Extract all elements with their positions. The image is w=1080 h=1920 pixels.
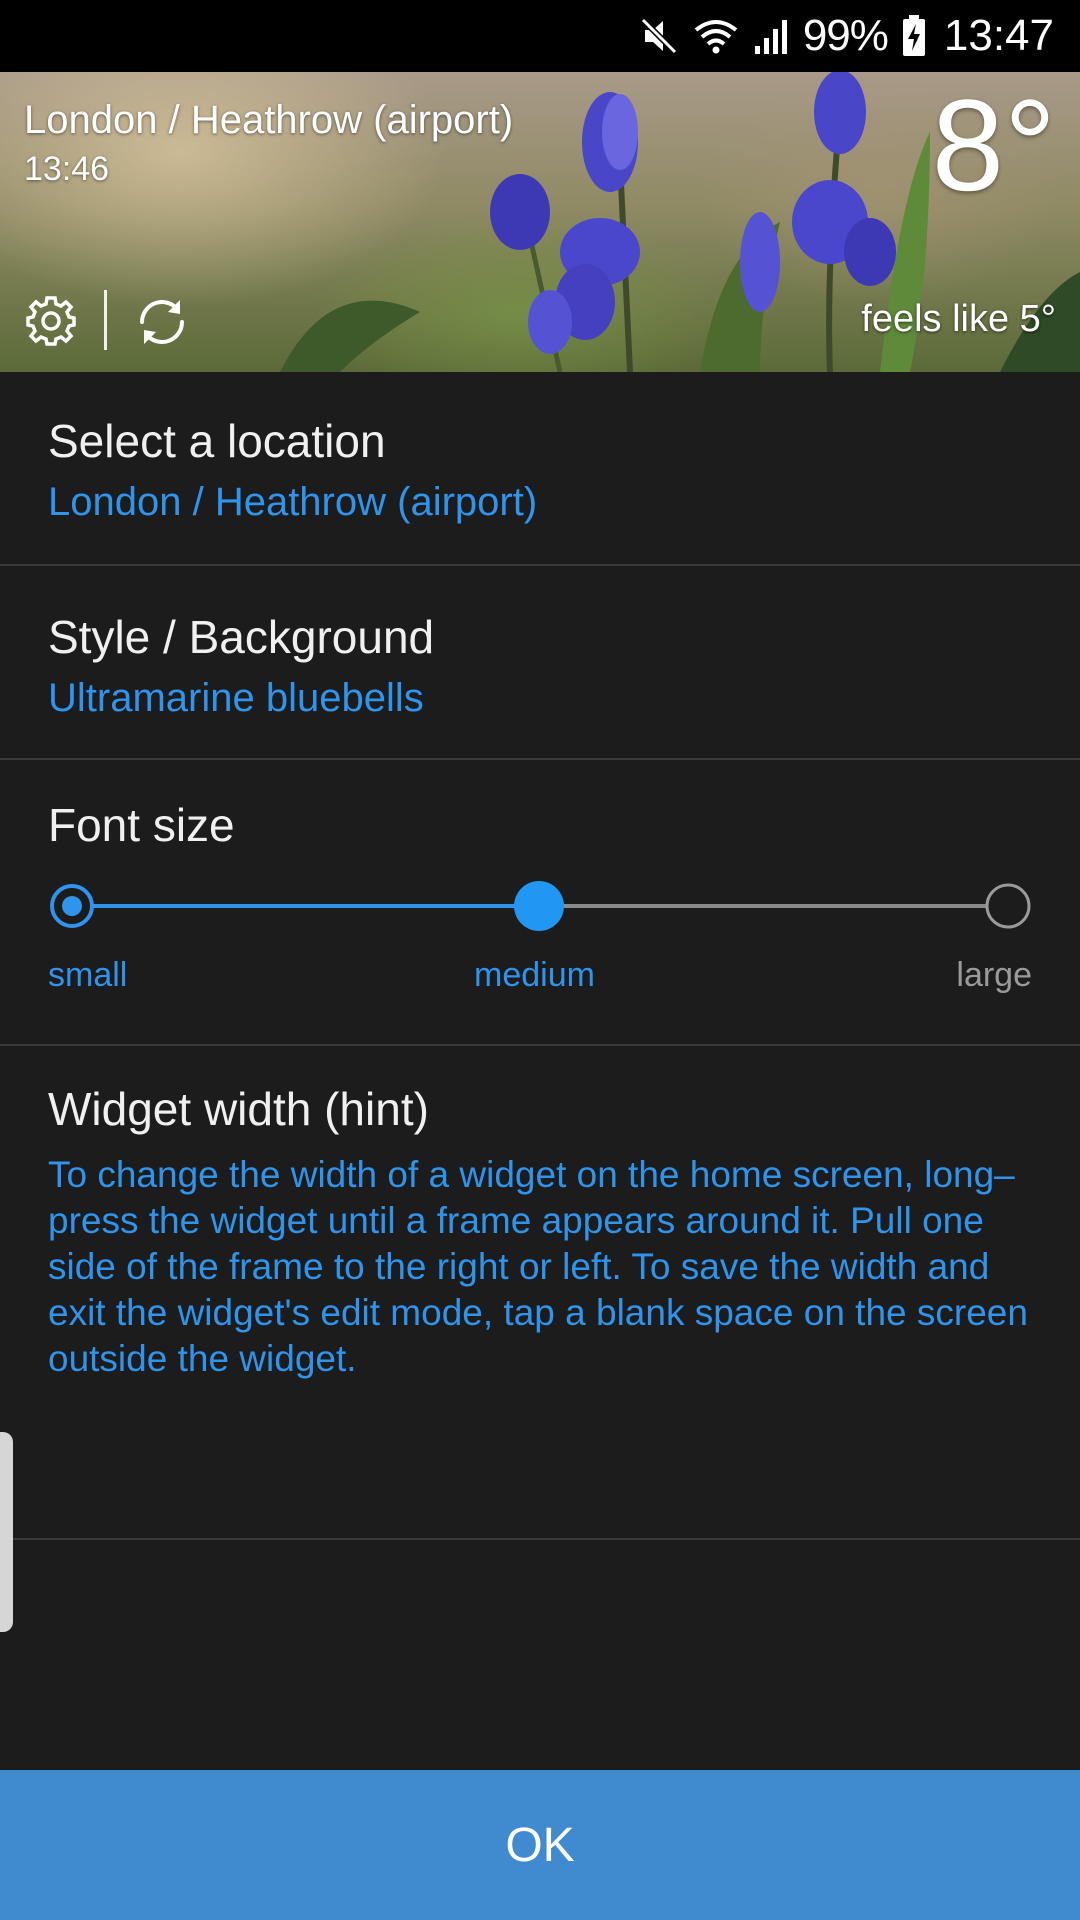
widget-preview: London / Heathrow (airport) 13:46 8° fee… [0, 72, 1080, 372]
hint-text: To change the width of a widget on the h… [48, 1154, 1028, 1379]
slider-stop-small-dot [62, 896, 82, 916]
widget-temperature: 8° [931, 72, 1056, 218]
signal-icon [753, 16, 789, 56]
ok-button[interactable]: OK [0, 1770, 1080, 1920]
mute-icon [639, 16, 679, 56]
font-option-small[interactable]: small [48, 956, 127, 995]
setting-title: Select a location [48, 415, 386, 467]
select-location-setting[interactable]: Select a location London / Heathrow (air… [0, 372, 1080, 566]
font-size-slider[interactable] [0, 760, 1080, 1046]
font-option-medium[interactable]: medium [474, 956, 595, 995]
style-background-setting[interactable]: Style / Background Ultramarine bluebells [0, 566, 1080, 760]
wifi-icon [693, 16, 739, 56]
setting-value: London / Heathrow (airport) [48, 480, 538, 524]
font-option-large[interactable]: large [956, 956, 1032, 995]
font-size-setting: Font size small medium large [0, 760, 1080, 1046]
widget-icon-divider [104, 290, 107, 350]
setting-title: Widget width (hint) [48, 1083, 429, 1135]
slider-stop-large[interactable] [985, 883, 1031, 929]
widget-width-hint: Widget width (hint) To change the width … [0, 1046, 1080, 1540]
widget-feels-like: feels like 5° [861, 298, 1056, 340]
status-bar: 99% 13:47 [0, 0, 1080, 72]
refresh-icon[interactable] [134, 294, 190, 355]
slider-thumb[interactable] [514, 881, 564, 931]
battery-charging-icon [902, 15, 926, 57]
widget-location: London / Heathrow (airport) [24, 98, 514, 142]
gear-icon[interactable] [24, 294, 78, 353]
widget-time: 13:46 [24, 150, 110, 188]
setting-value: Ultramarine bluebells [48, 676, 424, 720]
status-clock: 13:47 [943, 11, 1054, 60]
setting-title: Style / Background [48, 611, 435, 663]
battery-percentage: 99% [802, 11, 889, 60]
edge-panel-handle[interactable] [0, 1432, 13, 1632]
